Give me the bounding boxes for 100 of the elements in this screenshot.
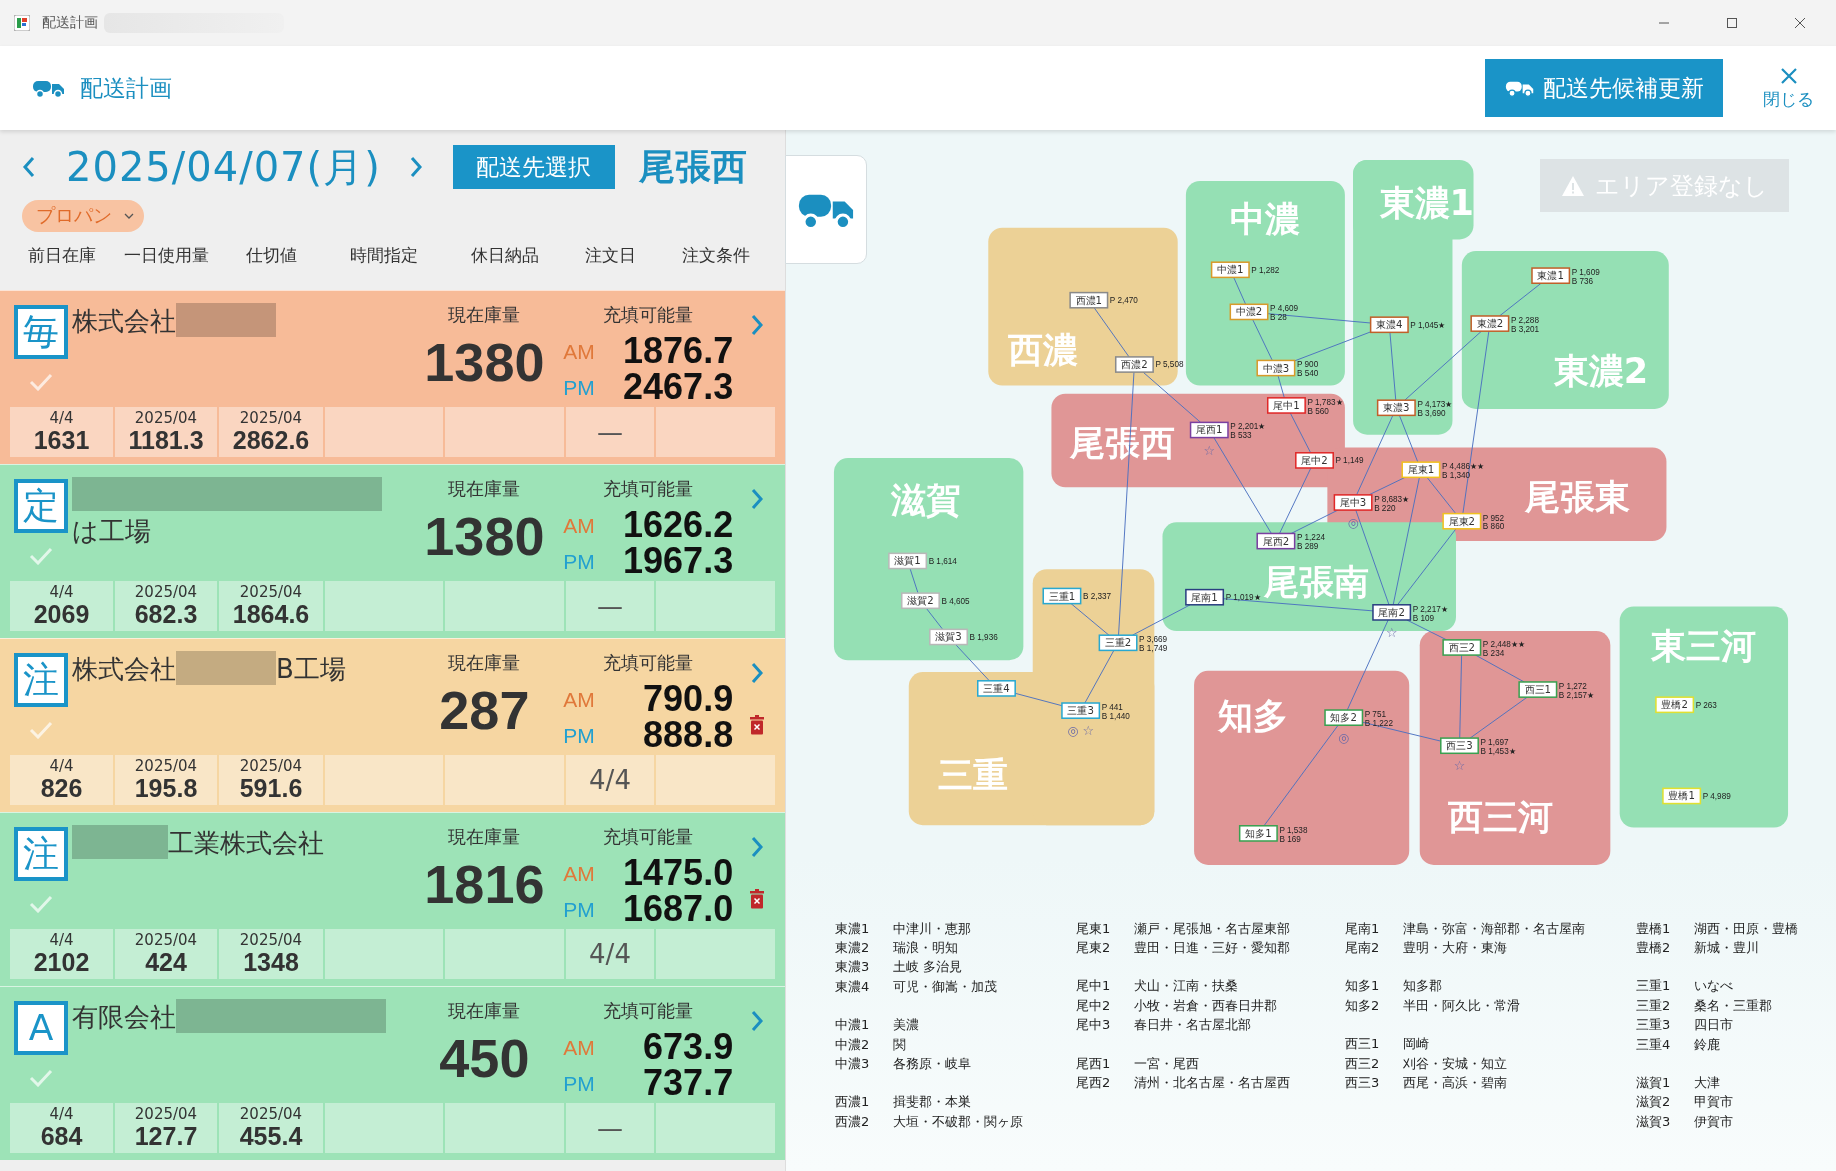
pm-value: 888.8 xyxy=(643,717,734,753)
node-box[interactable] xyxy=(1256,359,1296,377)
node-box[interactable] xyxy=(1098,634,1138,652)
stat-cell: 4/4 826 xyxy=(10,755,113,805)
legend-code: 滋賀2 xyxy=(1636,1093,1672,1112)
node-box[interactable] xyxy=(888,552,928,570)
node-box[interactable] xyxy=(1518,681,1558,698)
order-type-badge: 注 xyxy=(14,827,68,881)
next-icon[interactable] xyxy=(408,155,423,179)
node-reading: B 533 xyxy=(1230,431,1252,441)
node-label: 中濃2 xyxy=(1235,306,1263,318)
node-label: 三重1 xyxy=(1048,590,1076,602)
node-box[interactable] xyxy=(1440,737,1479,755)
node-reading: P 1,224 xyxy=(1296,533,1325,543)
customer-card[interactable]: 注 株式会社 B工場 現在庫量 287 充填可能量 AM 790.9 PM 888.8 4/4 826 2025/04 195.8 2025/04 591.6 4/4 xyxy=(0,638,785,812)
node-reading: P 8,683★ xyxy=(1374,494,1410,504)
node-reading: P 2,448★★ xyxy=(1482,639,1525,649)
node-box[interactable] xyxy=(1229,303,1269,321)
legend-code: 尾南2 xyxy=(1345,939,1381,958)
delete-icon[interactable] xyxy=(749,715,765,735)
node-reading: P 2,217★ xyxy=(1412,604,1448,614)
node-box[interactable] xyxy=(1376,399,1416,417)
node-reading: P 3,669 xyxy=(1139,635,1168,645)
node-box[interactable] xyxy=(1042,587,1082,605)
legend-area: 各務原・岐阜 xyxy=(893,1055,971,1074)
previous-icon[interactable] xyxy=(22,155,36,179)
close-icon[interactable] xyxy=(1794,17,1806,29)
close-button[interactable]: 閉じる xyxy=(1763,65,1814,111)
node-box[interactable] xyxy=(1210,261,1250,279)
customer-card[interactable]: 毎 株式会社 現在庫量 1380 充填可能量 AM 1876.7 PM 2467.3 4/4 1631 2025/04 1181.3 2025/04 2862.6 — xyxy=(0,290,785,464)
delete-icon[interactable] xyxy=(749,889,765,909)
legend-area: 知多郡 xyxy=(1403,977,1442,996)
node-box[interactable] xyxy=(1531,267,1571,284)
node-label: 豊橋1 xyxy=(1668,790,1695,802)
node-box[interactable] xyxy=(1061,702,1101,719)
node-box[interactable] xyxy=(1369,316,1409,334)
node-box[interactable] xyxy=(1333,494,1373,511)
stat-cell: 2025/04 195.8 xyxy=(115,755,217,805)
caret-icon xyxy=(124,213,134,219)
connector-line xyxy=(1233,276,1247,305)
legend-area: 大津 xyxy=(1694,1074,1720,1093)
node-reading: P 1,783★ xyxy=(1307,397,1343,407)
fill-label: 充填可能量 xyxy=(603,477,694,501)
node-box[interactable] xyxy=(1324,709,1364,726)
node-box[interactable] xyxy=(1185,588,1225,606)
node-box[interactable] xyxy=(1189,421,1229,439)
check-icon xyxy=(29,1069,53,1087)
node-reading: P 4,173★ xyxy=(1417,400,1453,410)
am-label: AM xyxy=(563,688,595,710)
node-box[interactable] xyxy=(977,680,1016,697)
maximize-icon[interactable] xyxy=(1726,17,1738,29)
legend-code: 中濃1 xyxy=(835,1016,871,1035)
node-box[interactable] xyxy=(1442,639,1482,656)
node-symbol: ☆ xyxy=(1453,758,1466,774)
truck-button[interactable] xyxy=(785,155,867,264)
area-label: 尾張西 xyxy=(638,144,747,189)
column-header: 注文日 xyxy=(583,244,637,267)
node-box[interactable] xyxy=(1470,315,1510,332)
customer-card[interactable]: 注 工業株式会社 現在庫量 1816 充填可能量 AM 1475.0 PM 1687.0 4/4 2102 2025/04 424 2025/04 1348 4/4 xyxy=(0,812,785,986)
stat-cell: 2025/04 424 xyxy=(115,929,217,979)
legend-code: 東濃4 xyxy=(835,977,871,996)
stat-cell: 4/4 2102 xyxy=(10,929,113,979)
customer-name: 株式会社 xyxy=(72,305,176,338)
legend-area: 小牧・岩倉・西春日井郡 xyxy=(1134,996,1277,1015)
chevron-icon[interactable] xyxy=(750,661,764,685)
node-box[interactable] xyxy=(1238,825,1278,842)
node-box[interactable] xyxy=(1069,291,1109,309)
legend-area: 揖斐郡・本巣 xyxy=(893,1093,971,1112)
app-icon xyxy=(14,15,30,31)
node-reading: B 1,936 xyxy=(969,632,998,642)
column-header: 一日使用量 xyxy=(122,244,210,267)
legend-area: 春日井・名古屋北部 xyxy=(1134,1016,1251,1035)
customer-card[interactable]: 定 は工場 現在庫量 1380 充填可能量 AM 1626.2 PM 1967.3 4/4 2069 2025/04 682.3 2025/04 1864.6 — xyxy=(0,464,785,638)
column-header: 時間指定 xyxy=(349,244,419,267)
legend-area: 豊明・大府・東海 xyxy=(1403,939,1507,958)
node-box[interactable] xyxy=(1267,397,1306,414)
legend-code: 尾中3 xyxy=(1076,1016,1112,1035)
check-icon xyxy=(29,721,53,739)
customer-name: B工場 xyxy=(276,653,346,686)
pm-value: 1967.3 xyxy=(623,543,734,579)
customer-card[interactable]: A 有限会社 現在庫量 450 充填可能量 AM 673.9 PM 737.7 4/4 684 2025/04 127.7 2025/04 455.4 — xyxy=(0,986,785,1160)
area-label: 尾張東 xyxy=(1525,476,1631,518)
node-box[interactable] xyxy=(1372,604,1412,621)
legend-area: 甲賀市 xyxy=(1694,1093,1733,1112)
connector-line xyxy=(1499,282,1542,317)
node-box[interactable] xyxy=(1256,532,1296,550)
connector-line xyxy=(1142,371,1202,423)
node-label: 三重3 xyxy=(1067,705,1094,717)
node-box[interactable] xyxy=(1295,452,1334,469)
am-label: AM xyxy=(563,862,595,884)
node-label: 尾中2 xyxy=(1301,454,1328,466)
node-box[interactable] xyxy=(929,628,968,646)
node-reading: P 1,149 xyxy=(1335,456,1364,466)
stock-label: 現在庫量 xyxy=(448,825,521,849)
am-label: AM xyxy=(563,1036,595,1058)
legend-code: 東濃3 xyxy=(835,958,871,977)
am-label: AM xyxy=(563,340,595,362)
node-box[interactable] xyxy=(1114,356,1154,373)
node-reading: B 560 xyxy=(1307,406,1329,416)
node-box[interactable] xyxy=(901,592,940,610)
